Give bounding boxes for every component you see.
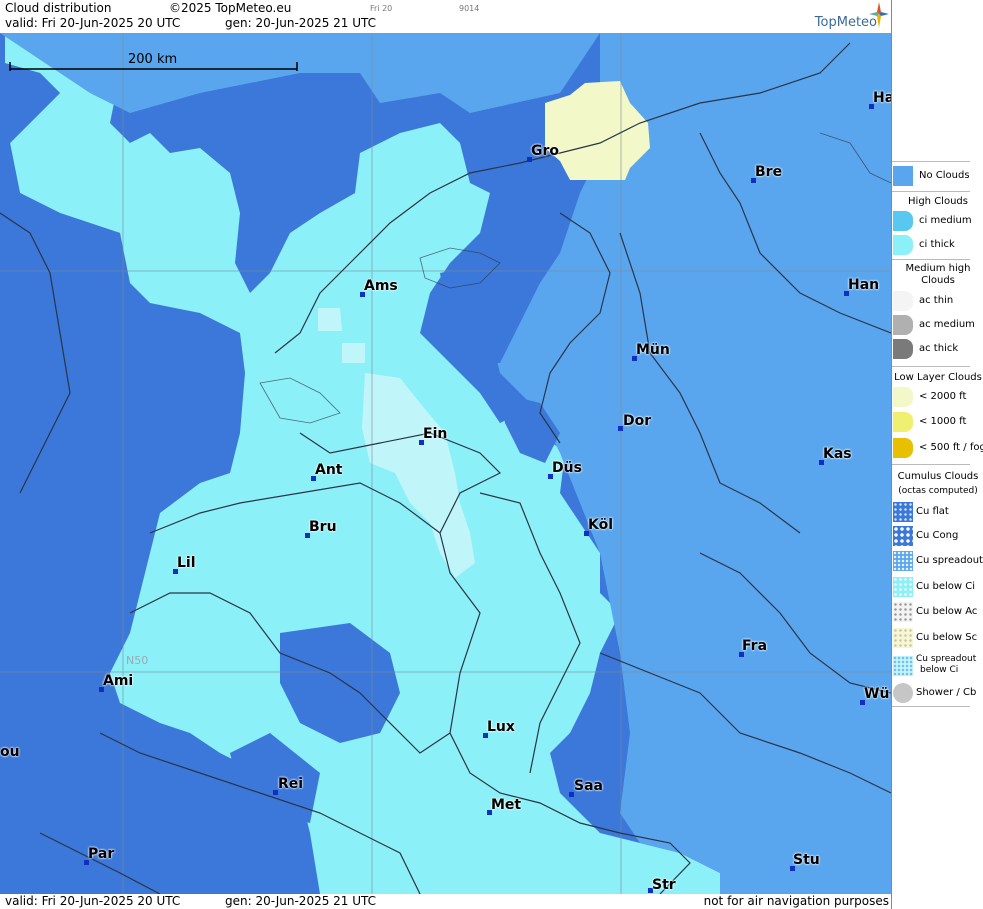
legend-ac-thick: ac thick [892, 337, 983, 361]
city-label-han[interactable]: Han [848, 277, 879, 293]
legend-shower: Shower / Cb [892, 681, 983, 705]
cu-cong-swatch [893, 526, 913, 546]
shower-swatch [893, 683, 913, 703]
cloud-map[interactable]: N50 200 km Ha Gro Bre Ams Han Mün Ein Do… [0, 33, 891, 894]
compass-logo-icon [869, 2, 889, 28]
cu-cong-label: Cu Cong [916, 530, 959, 541]
legend-cu-cong: Cu Cong [892, 524, 983, 548]
legend-cu-spread: Cu spreadout [892, 549, 983, 573]
city-label-wu[interactable]: Wü [864, 686, 889, 702]
cu-spread-label: Cu spreadout [916, 555, 983, 566]
city-label-str[interactable]: Str [652, 877, 676, 893]
low-2000-swatch [893, 387, 913, 407]
city-label-fra[interactable]: Fra [742, 638, 767, 654]
shower-label: Shower / Cb [916, 687, 977, 698]
high-clouds-heading: High Clouds [908, 196, 968, 207]
city-label-rei[interactable]: Rei [278, 776, 303, 792]
generated-time: gen: 20-Jun-2025 21 UTC [225, 16, 377, 30]
low-500-swatch [893, 438, 913, 458]
ac-thick-label: ac thick [919, 343, 959, 354]
valid-time: valid: Fri 20-Jun-2025 20 UTC [5, 16, 181, 30]
cloud-map-canvas: N50 [0, 33, 891, 894]
tiny-code: 9014 [459, 4, 480, 13]
ci-medium-label: ci medium [919, 215, 972, 226]
legend-panel: No Clouds High Clouds ci medium ci thick… [891, 0, 983, 909]
city-label-gro[interactable]: Gro [531, 143, 559, 159]
lat-label: N50 [126, 654, 148, 667]
cu-flat-swatch [893, 502, 913, 522]
ci-medium-swatch [893, 211, 913, 231]
city-label-bre[interactable]: Bre [755, 164, 782, 180]
footer-valid-time: valid: Fri 20-Jun-2025 20 UTC [5, 894, 181, 908]
ac-thin-swatch [893, 291, 913, 311]
legend-ci-medium: ci medium [892, 209, 983, 233]
legend-ci-thick: ci thick [892, 233, 983, 257]
legend-cu-spread-below-ci: Cu spreadout below Ci [892, 652, 983, 682]
cu-spread-below-ci-label-1: Cu spreadout [916, 654, 977, 664]
low-clouds-heading: Low Layer Clouds [894, 372, 982, 383]
legend-ac-thin: ac thin [892, 289, 983, 313]
city-label-ant[interactable]: Ant [315, 462, 343, 478]
low-1000-label: < 1000 ft [919, 416, 967, 427]
map-title: Cloud distribution [5, 1, 112, 15]
medium-clouds-heading: Medium high Clouds [905, 263, 971, 286]
cu-below-ac-swatch [893, 602, 913, 622]
city-label-ou[interactable]: ou [0, 744, 20, 760]
legend-no-clouds: No Clouds [892, 164, 983, 188]
ac-medium-label: ac medium [919, 319, 975, 330]
cu-below-ci-label: Cu below Ci [916, 581, 976, 592]
city-label-lil[interactable]: Lil [177, 555, 196, 571]
city-label-kas[interactable]: Kas [823, 446, 852, 462]
map-header: Cloud distribution ©2025 TopMeteo.eu Fri… [0, 0, 891, 33]
legend-cu-below-sc: Cu below Sc [892, 626, 983, 650]
map-footer: valid: Fri 20-Jun-2025 20 UTC gen: 20-Ju… [0, 894, 891, 909]
cu-below-ac-label: Cu below Ac [916, 606, 978, 617]
footer-generated-time: gen: 20-Jun-2025 21 UTC [225, 894, 377, 908]
legend-cu-below-ac: Cu below Ac [892, 600, 983, 624]
city-label-ami[interactable]: Ami [103, 673, 133, 689]
city-label-mun[interactable]: Mün [636, 342, 670, 358]
ac-thin-label: ac thin [919, 295, 954, 306]
legend-cu-flat: Cu flat [892, 500, 983, 524]
city-label-dus[interactable]: Düs [552, 460, 582, 476]
tiny-date: Fri 20 [370, 4, 393, 13]
city-label-stu[interactable]: Stu [793, 852, 820, 868]
low-2000-label: < 2000 ft [919, 391, 967, 402]
city-label-ha[interactable]: Ha [873, 90, 891, 106]
no-clouds-swatch [893, 166, 913, 186]
city-label-dor[interactable]: Dor [623, 413, 651, 429]
legend-cu-below-ci: Cu below Ci [892, 575, 983, 599]
cu-below-sc-label: Cu below Sc [916, 632, 978, 643]
cumulus-heading: Cumulus Clouds [897, 471, 979, 482]
city-label-met[interactable]: Met [491, 797, 521, 813]
city-label-ein[interactable]: Ein [423, 426, 447, 442]
scale-label: 200 km [128, 52, 178, 67]
city-label-ams[interactable]: Ams [364, 278, 398, 294]
city-label-kol[interactable]: Köl [588, 517, 613, 533]
legend-low-2000: < 2000 ft [892, 385, 983, 409]
legend-low-500: < 500 ft / fog [892, 436, 983, 460]
ci-thick-swatch [893, 235, 913, 255]
legend-low-1000: < 1000 ft [892, 410, 983, 434]
city-label-par[interactable]: Par [88, 846, 114, 862]
city-label-bru[interactable]: Bru [309, 519, 337, 535]
cu-below-ci-swatch [893, 577, 913, 597]
cu-spread-swatch [893, 551, 913, 571]
city-label-saa[interactable]: Saa [574, 778, 603, 794]
cu-spread-below-ci-swatch [893, 656, 913, 676]
low-1000-swatch [893, 412, 913, 432]
no-clouds-label: No Clouds [919, 170, 970, 181]
copyright: ©2025 TopMeteo.eu [169, 1, 292, 15]
low-500-label: < 500 ft / fog [919, 442, 983, 453]
cu-spread-below-ci-label-2: below Ci [920, 665, 959, 675]
city-label-lux[interactable]: Lux [487, 719, 515, 735]
cumulus-subheading: (octas computed) [898, 486, 978, 496]
ci-thick-label: ci thick [919, 239, 955, 250]
navigation-disclaimer: not for air navigation purposes [703, 894, 889, 908]
legend-ac-medium: ac medium [892, 313, 983, 337]
cu-flat-label: Cu flat [916, 506, 949, 517]
ac-thick-swatch [893, 339, 913, 359]
cu-below-sc-swatch [893, 628, 913, 648]
ac-medium-swatch [893, 315, 913, 335]
